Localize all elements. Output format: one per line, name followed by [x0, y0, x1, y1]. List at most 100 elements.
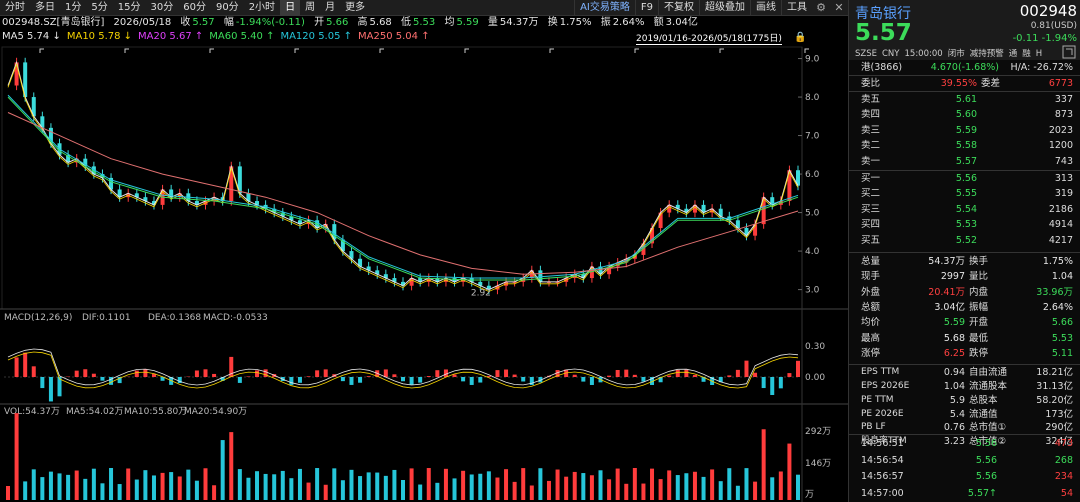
tick-price: 5.57↑	[967, 487, 997, 499]
ask-price: 5.58	[955, 140, 977, 152]
volume-bar-46	[401, 480, 405, 500]
meta-6: 融	[1022, 49, 1031, 59]
macd-bar-28	[246, 376, 251, 377]
ask-row-1[interactable]: 卖四 5.60 873	[849, 107, 1080, 122]
macd-dea: DEA:0.1368	[148, 313, 201, 323]
volume-bar-56	[486, 471, 491, 500]
macd-bar-90	[778, 377, 783, 389]
meta-4: 减持预警	[969, 49, 1004, 59]
bid-label: 买三	[861, 203, 881, 215]
macd-bar-80	[692, 374, 697, 377]
stock-code-large: 002948	[1019, 2, 1077, 20]
period-marker-9	[804, 48, 809, 53]
volume-bar-44	[383, 475, 388, 500]
volume-bar-31	[272, 474, 277, 500]
fin-value: 18.21亿	[1036, 367, 1073, 379]
bid-price: 5.53	[955, 219, 977, 231]
volume-bar-48	[418, 484, 423, 500]
stat-value: 5.59	[943, 317, 965, 329]
price-axis-label-2: 7.0	[805, 132, 820, 142]
macd-bar-40	[349, 377, 354, 385]
tick-volume: 268	[1054, 454, 1073, 466]
macd-bar-77	[667, 375, 672, 377]
price-change: -0.11 -1.94%	[1012, 33, 1077, 44]
vol-axis-1: 146万	[805, 459, 831, 469]
stat-value: 54.37万	[928, 256, 965, 267]
ask-row-0[interactable]: 卖五 5.61 337	[849, 92, 1080, 107]
volume-bar-27	[237, 469, 242, 500]
macd-bar-48	[418, 377, 423, 383]
quote-panel: 青岛银行 002948 5.57 0.81(USD) -0.11 -1.94% …	[848, 0, 1080, 502]
fin-key: PE TTM	[861, 394, 894, 405]
volume-bar-53	[461, 470, 466, 500]
volume-bar-35	[306, 482, 311, 500]
macd-bar-55	[478, 377, 483, 383]
bid-row-3[interactable]: 买四 5.53 4914	[849, 217, 1080, 232]
volume-bar-9	[83, 478, 88, 500]
fin-value: 0.76	[943, 422, 965, 434]
macd-bar-84	[727, 375, 732, 377]
ask-price: 5.57	[955, 155, 977, 167]
fin-key: PB LF	[861, 422, 886, 433]
stat-row-3: 总额 3.04亿 振幅 2.64%	[849, 300, 1080, 315]
stat-value: 5.53	[1051, 332, 1073, 344]
stat-key: 总额	[861, 301, 881, 313]
stat-value: 1.75%	[1042, 256, 1073, 267]
volume-bar-68	[589, 475, 594, 500]
ask-row-3[interactable]: 卖二 5.58 1200	[849, 138, 1080, 153]
volume-bar-36	[315, 468, 320, 500]
hk-row[interactable]: 港(3866) 4.670(-1.68%) H/A: -26.72%	[849, 60, 1080, 75]
volume-bar-88	[761, 429, 766, 500]
bid-row-2[interactable]: 买三 5.54 2186	[849, 202, 1080, 217]
stat-row-2: 外盘 20.41万 内盘 33.96万	[849, 285, 1080, 300]
macd-bar-4	[40, 377, 45, 389]
chart-area[interactable]: 9.0 8.0 7.0 6.0 5.0 4.0 3.0 2.92 MACD(12,26,9) DI…	[0, 0, 848, 502]
macd-bar-37	[323, 369, 328, 377]
ask-row-2[interactable]: 卖三 5.59 2023	[849, 123, 1080, 138]
fin-row-4: PB LF 0.76 总市值① 290亿	[849, 421, 1080, 434]
bid-row-0[interactable]: 买一 5.56 313	[849, 171, 1080, 186]
stat-key: 均价	[861, 317, 881, 329]
bid-row-1[interactable]: 买二 5.55 319	[849, 186, 1080, 201]
vol-title: VOL:54.37万	[4, 407, 60, 417]
volume-bar-81	[701, 476, 706, 500]
stat-key: 最高	[861, 332, 881, 344]
macd-bar-36	[315, 370, 320, 377]
stat-key: 最低	[969, 332, 989, 344]
volume-bar-12	[109, 468, 114, 500]
divider	[849, 252, 1080, 253]
fin-key: 总股本	[969, 394, 998, 406]
macd-bar-54	[469, 377, 474, 385]
stat-row-4: 均价 5.59 开盘 5.66	[849, 315, 1080, 330]
volume-bar-33	[289, 478, 294, 500]
tick-time: 14:56:51	[861, 438, 904, 449]
volume-bar-13	[117, 484, 122, 500]
ask-volume: 873	[1054, 109, 1073, 121]
macd-value: MACD:-0.0533	[203, 313, 268, 323]
stat-key: 换手	[969, 256, 989, 267]
macd-bar-60	[521, 377, 526, 382]
volume-bar-63	[546, 480, 551, 500]
stat-row-0: 总量 54.37万 换手 1.75%	[849, 254, 1080, 269]
tick-row-0: 14:56:51 5.56 473	[849, 436, 1080, 452]
volume-bar-40	[349, 469, 354, 500]
bid-label: 买一	[861, 173, 881, 184]
macd-bar-24	[212, 373, 217, 377]
price-axis-label-6: 3.0	[805, 286, 820, 296]
volume-bar-30	[263, 473, 268, 500]
bid-volume: 4914	[1048, 219, 1073, 231]
ask-label: 卖三	[861, 124, 881, 136]
fin-row-0: EPS TTM 0.94 自由流通 18.21亿	[849, 366, 1080, 379]
stat-value: 6.25	[943, 347, 965, 359]
vol-ma10: MA10:55.80万	[124, 407, 187, 417]
bid-row-4[interactable]: 买五 5.52 4217	[849, 233, 1080, 248]
vol-axis-2: 万	[805, 490, 814, 500]
macd-bar-71	[615, 369, 620, 377]
ask-row-4[interactable]: 卖一 5.57 743	[849, 154, 1080, 169]
volume-bar-18	[160, 472, 165, 500]
macd-bar-87	[753, 372, 758, 377]
expand-icon[interactable]	[1062, 45, 1076, 62]
bid-label: 买四	[861, 219, 881, 231]
stat-value: 5.68	[943, 332, 965, 344]
quote-meta: SZSE CNY 15:00:00 闭市 减持预警通融 H	[855, 47, 1047, 59]
